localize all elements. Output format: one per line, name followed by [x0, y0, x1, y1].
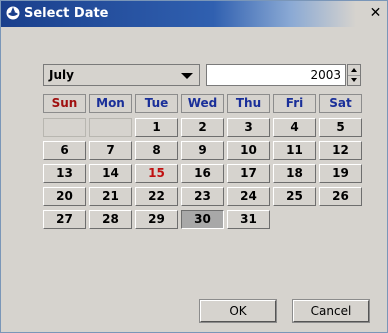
title-bar[interactable]: Select Date ✕: [1, 1, 387, 27]
select-date-dialog: Select Date ✕ July 2003 Sun Mon Tue Wed Thu F…: [0, 0, 388, 333]
day-cell-16[interactable]: 16: [181, 164, 224, 183]
day-cell-20[interactable]: 20: [43, 187, 86, 206]
day-cell-26[interactable]: 26: [319, 187, 362, 206]
day-cell-1[interactable]: 1: [135, 118, 178, 137]
weekday-header-mon: Mon: [89, 94, 132, 113]
day-cell-7[interactable]: 7: [89, 141, 132, 160]
day-cell-31[interactable]: 31: [227, 210, 270, 229]
year-input[interactable]: 2003: [206, 64, 346, 86]
day-cell-3[interactable]: 3: [227, 118, 270, 137]
day-cell-23[interactable]: 23: [181, 187, 224, 206]
empty-day-cell: [43, 118, 86, 137]
weekday-header-tue: Tue: [135, 94, 178, 113]
day-cell-8[interactable]: 8: [135, 141, 178, 160]
day-cell-11[interactable]: 11: [273, 141, 316, 160]
day-cell-18[interactable]: 18: [273, 164, 316, 183]
day-cell-2[interactable]: 2: [181, 118, 224, 137]
day-cell-10[interactable]: 10: [227, 141, 270, 160]
day-cell-19[interactable]: 19: [319, 164, 362, 183]
day-cell-14[interactable]: 14: [89, 164, 132, 183]
cancel-button[interactable]: Cancel: [292, 299, 370, 323]
day-cell-27[interactable]: 27: [43, 210, 86, 229]
month-select[interactable]: July: [43, 64, 200, 86]
day-cell-15[interactable]: 15: [135, 164, 178, 183]
day-cell-12[interactable]: 12: [319, 141, 362, 160]
window-title: Select Date: [24, 6, 109, 21]
weekday-header-sun: Sun: [43, 94, 86, 113]
year-value: 2003: [310, 68, 341, 82]
day-cell-13[interactable]: 13: [43, 164, 86, 183]
weekday-header-thu: Thu: [227, 94, 270, 113]
day-cell-29[interactable]: 29: [135, 210, 178, 229]
spin-down-icon[interactable]: [348, 75, 360, 85]
day-cell-5[interactable]: 5: [319, 118, 362, 137]
year-spinner[interactable]: [347, 64, 361, 86]
chevron-down-icon[interactable]: [181, 73, 193, 79]
day-cell-17[interactable]: 17: [227, 164, 270, 183]
weekday-header-wed: Wed: [181, 94, 224, 113]
ok-button[interactable]: OK: [199, 299, 277, 323]
day-cell-22[interactable]: 22: [135, 187, 178, 206]
close-icon[interactable]: ✕: [368, 6, 383, 21]
day-cell-4[interactable]: 4: [273, 118, 316, 137]
day-cell-30[interactable]: 30: [181, 210, 224, 229]
month-value: July: [49, 68, 74, 82]
day-cell-6[interactable]: 6: [43, 141, 86, 160]
day-cell-28[interactable]: 28: [89, 210, 132, 229]
day-cell-25[interactable]: 25: [273, 187, 316, 206]
day-cell-9[interactable]: 9: [181, 141, 224, 160]
day-cell-24[interactable]: 24: [227, 187, 270, 206]
app-icon: [5, 5, 21, 21]
weekday-header-sat: Sat: [319, 94, 362, 113]
weekday-header-fri: Fri: [273, 94, 316, 113]
empty-day-cell: [89, 118, 132, 137]
day-cell-21[interactable]: 21: [89, 187, 132, 206]
